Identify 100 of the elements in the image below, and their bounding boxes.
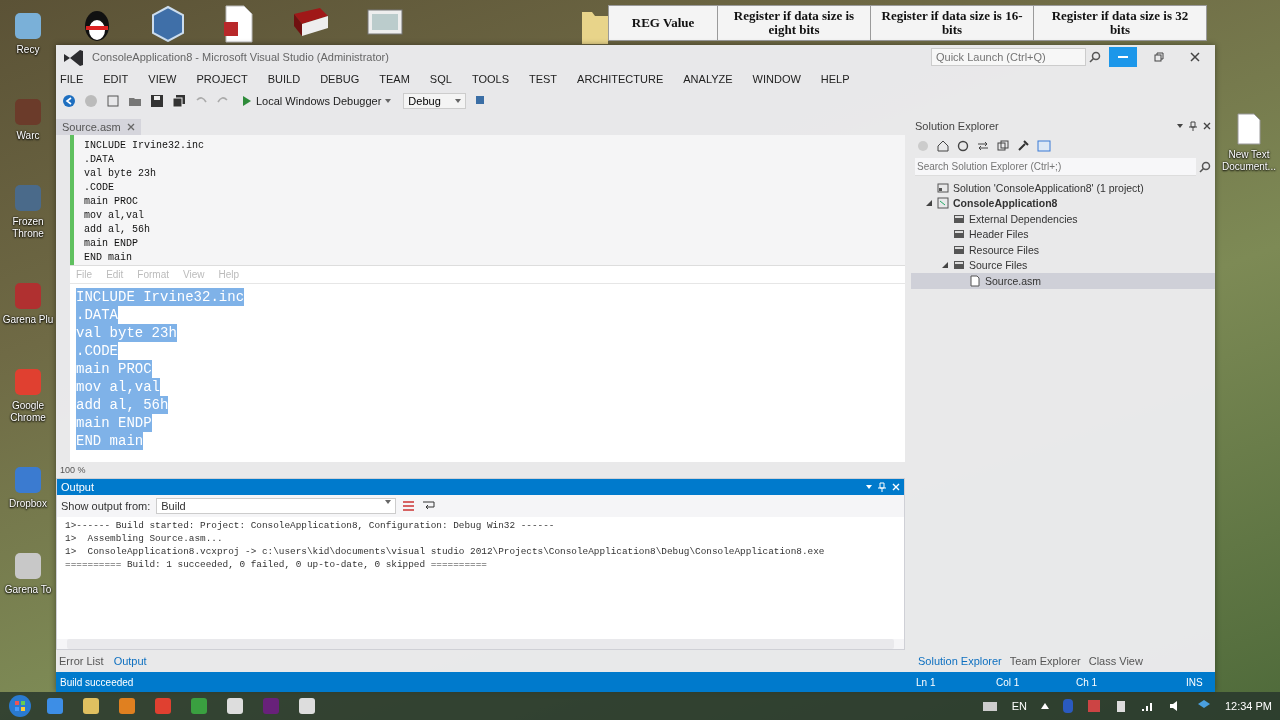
dropdown-arrow-icon	[454, 99, 461, 103]
menu-item[interactable]: SQL	[429, 73, 452, 85]
history-icon[interactable]	[957, 140, 969, 152]
close-icon[interactable]	[1203, 122, 1211, 130]
new-project-icon[interactable]	[106, 94, 120, 108]
output-line: 1> Assembling Source.asm...	[65, 532, 224, 545]
menu-item[interactable]: TEST	[528, 73, 558, 85]
output-line: ========== Build: 1 succeeded, 0 failed, 0 up-to-date, 0 skipped ==========	[65, 558, 488, 571]
column-header: REG Value	[608, 5, 718, 41]
desktop-shortcut-icon	[12, 10, 44, 42]
tree-item[interactable]: Solution 'ConsoleApplication8' (1 project)	[911, 180, 1215, 196]
start-button-icon[interactable]	[8, 694, 32, 718]
close-icon[interactable]	[126, 123, 135, 131]
dropdown-arrow-icon[interactable]	[1177, 124, 1183, 128]
desktop-icon-label: Recy	[16, 44, 40, 56]
status-message: Build succeeded	[59, 676, 135, 688]
dropdown-arrow-icon	[385, 99, 392, 103]
save-icon[interactable]	[150, 94, 164, 108]
desktop-icon-label: Google Chrome	[9, 400, 47, 424]
menu-item[interactable]: ARCHITECTURE	[577, 73, 664, 85]
search-icon	[1089, 51, 1101, 63]
tree-item[interactable]: Resource Files	[911, 242, 1215, 258]
code-line: INCLUDE Irvine32.inc	[84, 139, 206, 153]
menu-item[interactable]: HELP	[820, 73, 850, 85]
field-label: Show output from:	[61, 500, 151, 512]
pin-icon[interactable]	[1189, 121, 1197, 131]
column-number: Col 1	[996, 676, 1021, 688]
window-title: ConsoleApplication8 - Microsoft Visual Studio (Administrator)	[92, 51, 390, 63]
tree-item[interactable]: Header Files	[911, 226, 1215, 242]
visual-studio-logo-icon	[62, 48, 84, 66]
close-icon	[1190, 52, 1200, 62]
panel-tab[interactable]: Error List	[56, 653, 107, 669]
save-all-icon[interactable]	[172, 94, 186, 108]
collapse-icon[interactable]	[997, 140, 1009, 152]
start-debugger-button[interactable]: Local Windows Debugger	[238, 93, 396, 109]
character-number: Ch 1	[1076, 676, 1099, 688]
code-editor[interactable]: INCLUDE Irvine32.inc .DATA val byte 23h .CODE main PROC mov al,val add al, 56h main ENDP END main	[70, 135, 905, 265]
text-document-icon	[1235, 112, 1263, 146]
menu-item[interactable]: TOOLS	[471, 73, 509, 85]
menu-item[interactable]: FILE	[60, 73, 84, 85]
desktop-shortcut-icon	[12, 96, 44, 128]
document-icon	[222, 4, 254, 44]
menu-item[interactable]: BUILD	[267, 73, 301, 85]
menu-item[interactable]: WINDOW	[752, 73, 801, 85]
project-icon	[937, 197, 949, 210]
sync-icon[interactable]	[977, 140, 989, 152]
column-header: Register if data size is 16-bits	[870, 5, 1034, 41]
menu-item[interactable]: EDIT	[103, 73, 129, 85]
code-line: mov al,val	[84, 209, 145, 223]
output-line: 1>------ Build started: Project: ConsoleApplication8, Configuration: Debug Win32 ------	[65, 519, 556, 532]
signal-icon[interactable]	[1140, 700, 1155, 712]
column-header: Register if data size is 32 bits	[1033, 5, 1207, 41]
solution-icon	[937, 181, 949, 194]
desktop-icon-label: Garena To	[4, 584, 52, 596]
desktop-icon-label: Warc	[16, 130, 40, 142]
input-language[interactable]: EN	[1011, 700, 1027, 712]
configuration-dropdown[interactable]: Debug	[403, 93, 466, 109]
panel-tab[interactable]: Team Explorer	[1006, 653, 1084, 669]
dropdown-arrow-icon	[385, 500, 392, 504]
menu-item[interactable]: TEAM	[379, 73, 410, 85]
clock[interactable]: 12:34 PM	[1224, 700, 1272, 712]
properties-icon[interactable]	[1017, 140, 1029, 152]
desktop-icon-label: New Text Document...	[1221, 149, 1277, 173]
menu-item[interactable]: VIEW	[148, 73, 177, 85]
panel-tab[interactable]: Output	[110, 653, 150, 669]
panel-title: Output	[61, 481, 95, 493]
panel-tab[interactable]: Class View	[1085, 653, 1146, 669]
minimize-button[interactable]	[1109, 47, 1137, 67]
word-wrap-icon[interactable]	[422, 500, 437, 512]
code-line: .DATA	[84, 153, 115, 167]
tree-item[interactable]: Source.asm	[911, 273, 1215, 289]
dropdown-arrow-icon[interactable]	[866, 485, 872, 489]
editor-tab[interactable]: Source.asm	[56, 119, 141, 135]
home-icon[interactable]	[937, 140, 949, 152]
show-hidden-icons-icon[interactable]	[1040, 703, 1049, 709]
tree-item[interactable]: ConsoleApplication8	[911, 195, 1215, 211]
code-line: main PROC	[84, 195, 139, 209]
code-line: END main	[84, 251, 133, 265]
zoom-level[interactable]: 100 %	[60, 465, 86, 475]
search-field[interactable]: Search Solution Explorer (Ctrl+;)	[915, 158, 1196, 176]
desktop-shortcut-icon	[12, 366, 44, 398]
code-line: val byte 23h	[84, 167, 157, 181]
tree-item[interactable]: External Dependencies	[911, 211, 1215, 227]
play-icon	[242, 96, 252, 106]
quick-launch-field[interactable]: Quick Launch (Ctrl+Q)	[931, 48, 1086, 66]
panel-tab[interactable]: Solution Explorer	[915, 653, 1005, 669]
desktop-shortcut-icon	[12, 550, 44, 582]
expanded-arrow-icon[interactable]	[925, 199, 933, 208]
desktop-icon-label: Dropbox	[9, 498, 47, 510]
insert-mode: INS	[1186, 676, 1204, 688]
desktop-shortcut-icon	[12, 182, 44, 214]
code-line: .CODE	[84, 181, 115, 195]
clear-all-icon[interactable]	[402, 500, 417, 512]
menu-item[interactable]: ANALYZE	[683, 73, 733, 85]
menu-item[interactable]: DEBUG	[320, 73, 360, 85]
horizontal-scrollbar[interactable]	[67, 639, 894, 649]
output-source-dropdown[interactable]: Build	[156, 498, 397, 514]
desktop-icon-label: Garena Plu	[2, 314, 54, 326]
minimize-icon	[1118, 56, 1128, 58]
menu-item[interactable]: PROJECT	[196, 73, 248, 85]
